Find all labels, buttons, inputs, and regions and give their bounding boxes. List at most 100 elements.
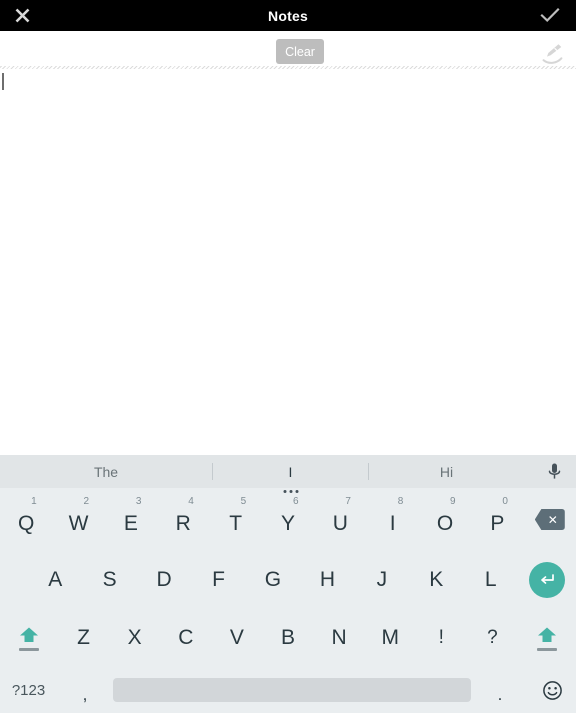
checkmark-icon[interactable]: [530, 0, 570, 31]
clear-button[interactable]: Clear: [276, 39, 324, 64]
key-z[interactable]: Z: [58, 609, 109, 667]
note-text-area[interactable]: [0, 69, 576, 455]
key-label: U: [332, 511, 348, 535]
key-label: !: [438, 627, 444, 648]
shift-key-right: [536, 626, 558, 651]
key-e[interactable]: 3 E: [105, 488, 157, 551]
key-label: I: [389, 511, 396, 535]
key-label: B: [280, 626, 295, 649]
key-m[interactable]: M: [365, 609, 416, 667]
key-h[interactable]: H: [300, 551, 354, 609]
key-label: E: [123, 511, 138, 535]
key-label: F: [212, 568, 225, 591]
key-r[interactable]: 4 R: [157, 488, 209, 551]
key-label: M: [381, 626, 399, 649]
key-number: 9: [450, 496, 456, 507]
shift-key-left: [18, 626, 40, 651]
handwriting-pen-icon[interactable]: [538, 40, 566, 66]
key-label: O: [436, 511, 454, 535]
key-number: 4: [188, 496, 194, 507]
key-label: .: [497, 685, 503, 704]
key-label: L: [484, 568, 497, 591]
microphone-icon[interactable]: [532, 455, 576, 488]
enter-key-circle: [528, 562, 565, 598]
key-q[interactable]: 1 Q: [0, 488, 52, 551]
suggestion-bar: The I Hi: [0, 455, 576, 493]
key-number: 7: [345, 496, 351, 507]
key-number: 8: [397, 496, 404, 507]
key-v[interactable]: V: [211, 609, 262, 667]
key-label: Q: [18, 511, 35, 535]
key-number: 3: [135, 496, 142, 507]
key-c[interactable]: C: [160, 609, 211, 667]
key-d[interactable]: D: [137, 551, 191, 609]
key-space[interactable]: [113, 678, 471, 702]
keyboard-row-2: A S D F G H J K L: [0, 551, 576, 609]
backspace-icon[interactable]: ✕: [524, 488, 576, 551]
suggestion-item-1[interactable]: I: [213, 455, 368, 493]
key-label: Z: [77, 626, 90, 649]
keyboard-row-4: ?123 , .: [0, 667, 576, 713]
key-label: C: [178, 626, 194, 649]
shift-icon[interactable]: [518, 609, 576, 667]
key-f[interactable]: F: [191, 551, 245, 609]
key-label: V: [229, 626, 244, 649]
key-label: A: [48, 568, 63, 591]
key-n[interactable]: N: [314, 609, 365, 667]
enter-return-icon[interactable]: [518, 551, 576, 609]
key-label: P: [490, 511, 505, 535]
keyboard-row-1: 1 Q 2 W 3 E 4 R 5 T 6 Y 7 U 8 I 9 O 0 P …: [0, 488, 576, 551]
shift-underline: [536, 647, 557, 651]
row2-left-spacer: [0, 551, 28, 609]
close-x-icon[interactable]: [2, 0, 42, 31]
key-question[interactable]: ?: [467, 609, 518, 667]
key-number: 1: [31, 496, 37, 507]
key-l[interactable]: L: [464, 551, 518, 609]
key-b[interactable]: B: [262, 609, 313, 667]
key-label: S: [102, 568, 117, 591]
key-label: ,: [82, 685, 88, 704]
key-label: W: [68, 511, 89, 535]
key-g[interactable]: G: [246, 551, 300, 609]
title-bar: Notes: [0, 0, 576, 31]
shift-icon[interactable]: [0, 609, 58, 667]
key-number: 5: [240, 496, 247, 507]
key-a[interactable]: A: [28, 551, 82, 609]
key-y[interactable]: 6 Y: [262, 488, 314, 551]
backspace-glyph: ✕: [547, 512, 558, 527]
key-j[interactable]: J: [355, 551, 409, 609]
key-label: T: [229, 511, 243, 535]
key-label: ?123: [11, 681, 46, 699]
key-p[interactable]: 0 P: [471, 488, 523, 551]
text-caret: [2, 73, 4, 90]
key-u[interactable]: 7 U: [314, 488, 366, 551]
key-symbols-toggle[interactable]: ?123: [0, 667, 57, 713]
page-title: Notes: [268, 7, 308, 24]
key-w[interactable]: 2 W: [52, 488, 104, 551]
key-number: 6: [292, 496, 299, 507]
key-label: X: [127, 626, 142, 649]
emoji-smiley-icon[interactable]: [529, 667, 576, 713]
keyboard-row-3: Z X C V B N M ! ?: [0, 609, 576, 667]
key-k[interactable]: K: [409, 551, 463, 609]
on-screen-keyboard: The I Hi 1 Q 2 W 3 E 4 R 5 T 6 Y 7 U 8 I…: [0, 455, 576, 713]
key-o[interactable]: 9 O: [419, 488, 471, 551]
key-label: R: [175, 511, 191, 535]
key-comma[interactable]: ,: [57, 667, 113, 713]
key-label: G: [264, 568, 282, 591]
suggestion-item-2[interactable]: Hi: [369, 455, 524, 488]
key-label: N: [331, 626, 347, 649]
key-s[interactable]: S: [82, 551, 136, 609]
key-exclamation[interactable]: !: [416, 609, 467, 667]
suggestion-item-0[interactable]: The: [0, 455, 212, 488]
key-label: D: [156, 568, 172, 591]
key-label: ?: [487, 627, 498, 648]
key-period[interactable]: .: [471, 667, 529, 713]
key-label: K: [429, 568, 444, 591]
key-x[interactable]: X: [109, 609, 160, 667]
key-label: Y: [280, 511, 295, 535]
backspace-key-shape: ✕: [534, 509, 565, 530]
suggestion-label: Hi: [439, 463, 454, 480]
key-i[interactable]: 8 I: [367, 488, 419, 551]
key-t[interactable]: 5 T: [209, 488, 261, 551]
